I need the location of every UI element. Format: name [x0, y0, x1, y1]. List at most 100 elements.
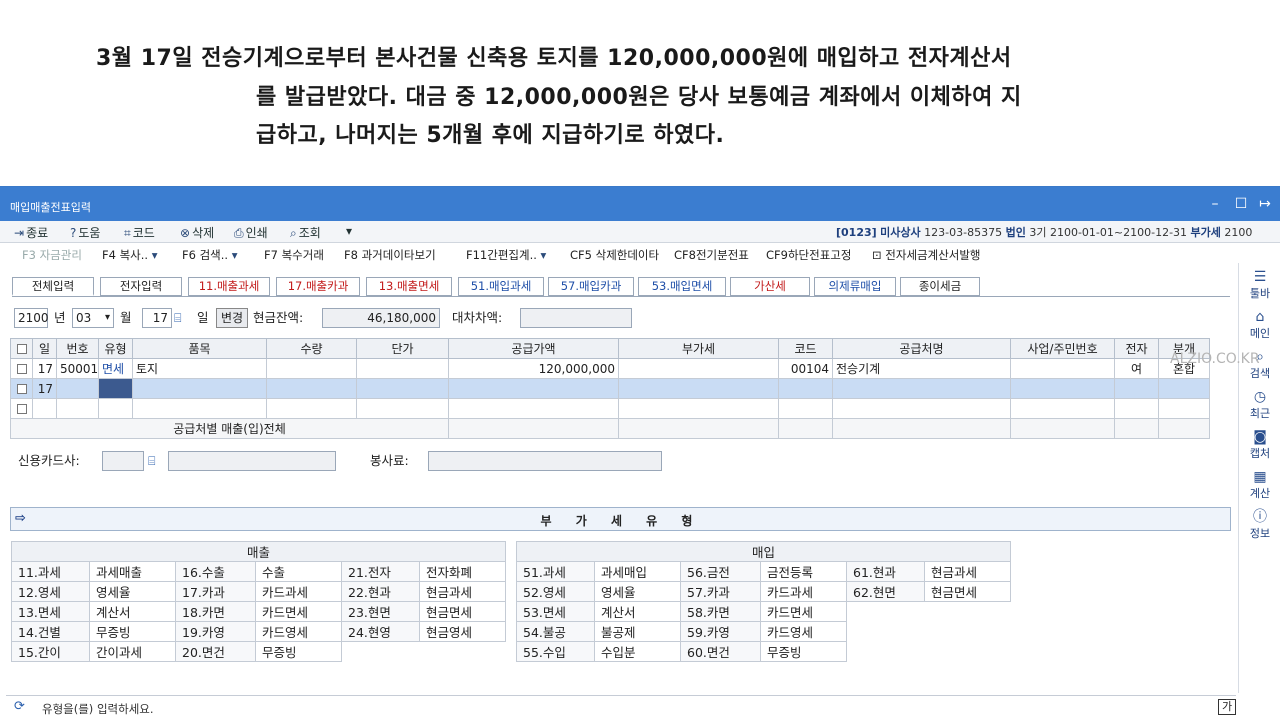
sidebar-main-button[interactable]: ⌂ 메인 [1239, 309, 1280, 341]
cf8-prior-button[interactable]: CF8전기분전표 [674, 247, 749, 263]
sidebar-capture-button[interactable]: ◙ 캡처 [1239, 429, 1280, 461]
sidebar-menu-button[interactable]: ☰ 툴바 [1239, 269, 1280, 301]
day-label: 일 [197, 310, 209, 325]
cell-vat[interactable] [618, 378, 779, 399]
cell-day[interactable]: 17 [32, 358, 57, 379]
cell-entry[interactable] [1158, 378, 1210, 399]
watermark: ALZIO.CO.KR [1170, 351, 1260, 367]
tab-all-input[interactable]: 전체입력 [12, 277, 94, 296]
info-icon: ⓘ [1253, 509, 1267, 525]
row-checkbox[interactable] [10, 358, 33, 379]
tab-sales-taxable[interactable]: 11.매출과세 [188, 277, 270, 296]
cell-day[interactable]: 17 [32, 378, 57, 399]
cell-qty[interactable] [266, 378, 357, 399]
cf9-fix-button[interactable]: CF9하단전표고정 [766, 247, 851, 263]
table-row[interactable] [10, 398, 1210, 419]
close-button[interactable]: ⇥ 종료 [14, 224, 48, 241]
tab-paper-invoice[interactable]: 종이세금 [900, 277, 980, 296]
f4-copy-button[interactable]: F4 복사.. ▾ [102, 247, 158, 263]
f6-search-button[interactable]: F6 검색.. ▾ [182, 247, 238, 263]
sidebar-recent-button[interactable]: ◷ 최근 [1239, 389, 1280, 421]
list-item: 53.면세 계산서 58.카면 카드면세 [516, 601, 1011, 622]
cell-code[interactable]: 00104 [778, 358, 833, 379]
tab-purchase-exempt[interactable]: 53.매입면세 [638, 277, 726, 296]
maximize-icon[interactable]: ☐ [1232, 195, 1250, 213]
tab-penalty-tax[interactable]: 가산세 [730, 277, 810, 296]
row-checkbox[interactable] [10, 398, 33, 419]
row-checkbox[interactable] [10, 378, 33, 399]
diff-label: 대차차액: [452, 310, 503, 325]
help-button[interactable]: ? 도움 [70, 224, 100, 241]
ime-indicator[interactable]: 가 [1218, 699, 1236, 715]
cell-supply[interactable]: 120,000,000 [448, 358, 619, 379]
more-dropdown-icon[interactable]: ▾ [346, 224, 352, 238]
cell-price[interactable] [356, 378, 449, 399]
cf5-deleted-button[interactable]: CF5 삭제한데이타 [570, 247, 659, 263]
f3-fund-button[interactable]: F3 자금관리 [22, 247, 82, 263]
e-invoice-icon: ⊡ [872, 248, 882, 262]
table-row[interactable]: 17 50001 면세 토지 120,000,000 00104 전승기계 여 … [10, 358, 1210, 379]
voucher-grid: 일 번호 유형 품목 수량 단가 공급가액 부가세 코드 공급처명 사업/주민번… [10, 338, 1210, 439]
year-input[interactable]: 2100 [14, 308, 49, 328]
e-invoice-button[interactable]: ⊡ 전자세금계산서발행 [872, 247, 981, 263]
cell-price[interactable] [356, 358, 449, 379]
chat-icon[interactable]: ⌸ [148, 451, 156, 471]
chat-icon[interactable]: ⌸ [174, 308, 182, 328]
service-fee-input[interactable] [428, 451, 662, 471]
sidebar-calc-button[interactable]: ▦ 계산 [1239, 469, 1280, 501]
cell-no[interactable]: 50001 [56, 358, 99, 379]
f8-history-button[interactable]: F8 과거데이타보기 [344, 247, 436, 263]
camera-icon: ◙ [1253, 429, 1267, 445]
cell-vendor[interactable] [832, 378, 1011, 399]
tab-purchase-taxable[interactable]: 51.매입과세 [458, 277, 544, 296]
tab-electronic-input[interactable]: 전자입력 [100, 277, 182, 296]
cell-type-active[interactable] [98, 378, 133, 399]
cell-supply[interactable] [448, 378, 619, 399]
title-bar: 매입매출전표입력 – ☐ ↦ [0, 187, 1280, 221]
cell-vendor[interactable]: 전승기계 [832, 358, 1011, 379]
col-item: 품목 [132, 338, 267, 359]
tab-sales-exempt[interactable]: 13.매출면세 [366, 277, 452, 296]
list-item: 14.건별 무증빙 19.카영 카드영세 24.현영 현금영세 [11, 621, 507, 642]
cell-qty[interactable] [266, 358, 357, 379]
cell-bizno[interactable] [1010, 358, 1115, 379]
minimize-icon[interactable]: – [1206, 195, 1224, 213]
f7-multi-button[interactable]: F7 복수거래 [264, 247, 324, 263]
code-button[interactable]: ⌗ 코드 [124, 224, 155, 241]
f11-summary-button[interactable]: F11간편집계.. ▾ [466, 247, 546, 263]
search-button[interactable]: ⌕ 조회 [290, 224, 321, 241]
card-code-input[interactable] [102, 451, 144, 471]
tab-purchase-card[interactable]: 57.매입카과 [548, 277, 634, 296]
cell-elec[interactable] [1114, 378, 1159, 399]
day-input[interactable]: 17 [142, 308, 172, 328]
cell-elec[interactable]: 여 [1114, 358, 1159, 379]
table-row[interactable]: 17 [10, 378, 1210, 399]
tab-sales-card[interactable]: 17.매출카과 [276, 277, 360, 296]
chevron-down-icon: ▾ [104, 312, 110, 323]
exit-icon[interactable]: ↦ [1256, 195, 1274, 213]
sidebar-info-button[interactable]: ⓘ 정보 [1239, 509, 1280, 541]
select-all-checkbox[interactable] [10, 338, 33, 359]
delete-button[interactable]: ⊗ 삭제 [180, 224, 214, 241]
month-select[interactable]: 03 ▾ [72, 308, 114, 328]
purchase-type-table: 매입 51.과세 과세매입 56.금전 금전등록 61.현과 현금과세 52.영세 영세… [515, 541, 1012, 662]
cell-item[interactable]: 토지 [132, 358, 267, 379]
cell-type[interactable]: 면세 [98, 358, 133, 379]
cell-bizno[interactable] [1010, 378, 1115, 399]
card-name-input[interactable] [168, 451, 336, 471]
cell-code[interactable] [778, 378, 833, 399]
tab-deemed-purchase[interactable]: 의제류매입 [814, 277, 896, 296]
col-price: 단가 [356, 338, 449, 359]
service-fee-label: 봉사료: [370, 453, 409, 468]
exit-icon: ⇥ [14, 226, 25, 240]
sales-type-table: 매출 11.과세 과세매출 16.수출 수출 21.전자 전자화폐 12.영세 영세율 … [10, 541, 507, 662]
col-code: 코드 [778, 338, 833, 359]
cell-vat[interactable] [618, 358, 779, 379]
status-icon: ⟳ [14, 699, 25, 714]
cell-item[interactable] [132, 378, 267, 399]
print-button[interactable]: ⎙ 인쇄 [234, 224, 268, 241]
cell-no[interactable] [56, 378, 99, 399]
change-button[interactable]: 변경 [216, 308, 248, 328]
list-item: 52.영세 영세율 57.카과 카드과세 62.현면 현금면세 [516, 581, 1012, 602]
toolbar: ⇥ 종료 ? 도움 ⌗ 코드 ⊗ 삭제 ⎙ 인쇄 ⌕ 조회 ▾ [0123] 미사상사 12… [0, 221, 1280, 243]
